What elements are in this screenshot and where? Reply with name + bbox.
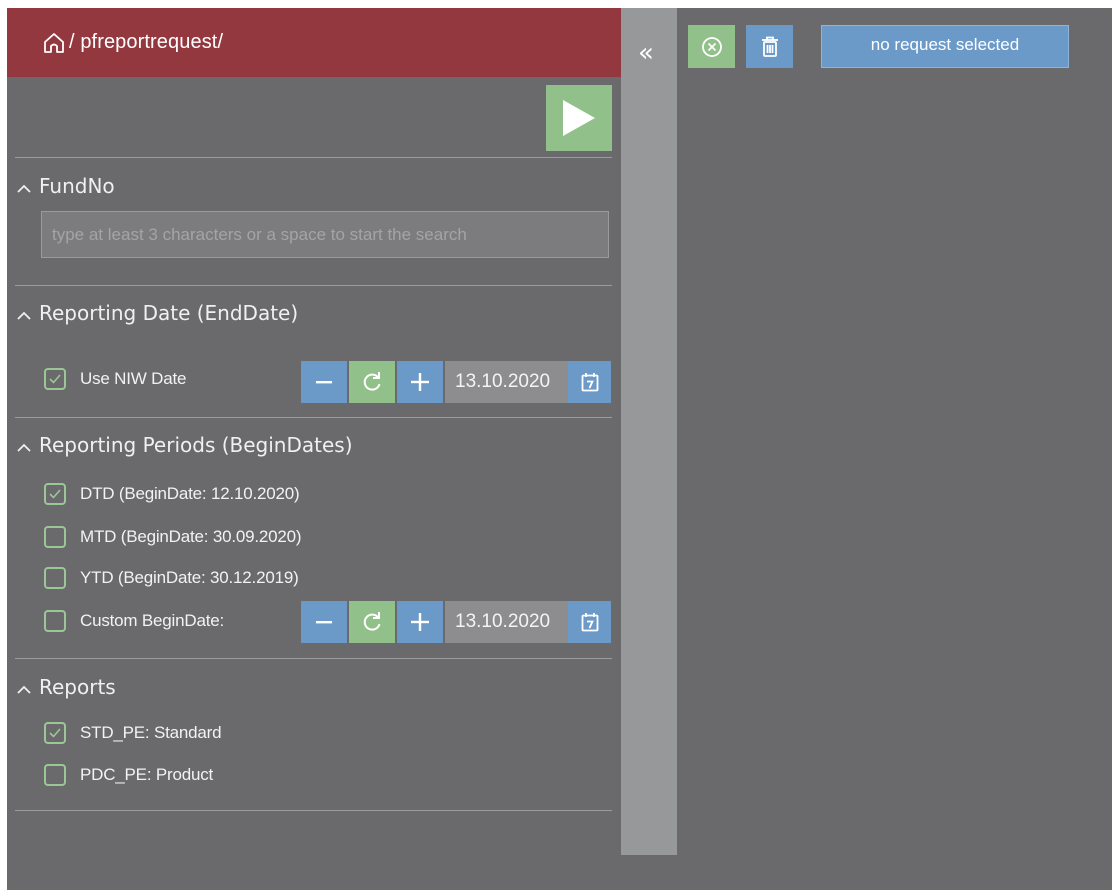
divider <box>15 157 612 158</box>
divider <box>15 810 612 811</box>
chevron-up-icon <box>17 443 31 452</box>
checkbox[interactable] <box>44 483 66 505</box>
period-checkbox-custom[interactable]: Custom BeginDate: <box>44 609 224 633</box>
checkbox[interactable] <box>44 526 66 548</box>
circle-x-icon <box>701 36 722 57</box>
app-window: / pfreportrequest/ FundNo Reporting Date… <box>7 8 1112 890</box>
checkbox-label: PDC_PE: Product <box>80 765 214 784</box>
custom-begin-date-input[interactable]: 13.10.2020 <box>445 601 568 643</box>
chevron-up-icon <box>17 311 31 320</box>
section-title: Reports <box>39 675 116 699</box>
request-status-button[interactable]: no request selected <box>821 25 1069 68</box>
run-button[interactable] <box>546 85 612 151</box>
home-icon[interactable] <box>42 31 66 55</box>
divider <box>15 285 612 286</box>
report-checkbox-std-pe[interactable]: STD_PE: Standard <box>44 721 222 745</box>
delete-request-button[interactable] <box>746 25 793 68</box>
plus-icon <box>411 613 429 631</box>
fundno-search-input[interactable] <box>41 211 609 258</box>
collapse-panel-button[interactable]: « <box>621 8 677 855</box>
checkbox[interactable] <box>44 567 66 589</box>
reset-date-button[interactable] <box>349 601 395 643</box>
custom-begin-date-picker: 13.10.2020 <box>301 601 612 643</box>
period-checkbox-dtd[interactable]: DTD (BeginDate: 12.10.2020) <box>44 482 300 506</box>
section-header-fundno[interactable]: FundNo <box>17 174 115 198</box>
section-header-reports[interactable]: Reports <box>17 675 116 699</box>
calendar-icon <box>581 373 598 392</box>
divider <box>15 658 612 659</box>
calendar-icon <box>581 613 598 632</box>
use-nav-date-checkbox[interactable]: Use NIW Date <box>44 367 186 391</box>
period-checkbox-mtd[interactable]: MTD (BeginDate: 30.09.2020) <box>44 525 302 549</box>
refresh-icon <box>363 372 381 391</box>
checkbox-label: YTD (BeginDate: 30.12.2019) <box>80 568 299 587</box>
reset-date-button[interactable] <box>349 361 395 403</box>
calendar-button[interactable] <box>568 601 611 643</box>
refresh-icon <box>363 612 381 631</box>
increment-date-button[interactable] <box>397 361 443 403</box>
period-checkbox-ytd[interactable]: YTD (BeginDate: 30.12.2019) <box>44 566 299 590</box>
breadcrumb-path[interactable]: / pfreportrequest/ <box>69 31 223 54</box>
decrement-date-button[interactable] <box>301 601 347 643</box>
checkbox[interactable] <box>44 368 66 390</box>
checkbox-label: Custom BeginDate: <box>80 611 225 630</box>
chevron-up-icon <box>17 184 31 193</box>
minus-icon <box>316 621 332 624</box>
request-panel: / pfreportrequest/ FundNo Reporting Date… <box>7 8 621 890</box>
checkbox[interactable] <box>44 764 66 786</box>
section-header-reporting-periods[interactable]: Reporting Periods (BeginDates) <box>17 433 353 457</box>
section-title: FundNo <box>39 174 115 198</box>
double-chevron-left-icon: « <box>638 38 654 68</box>
breadcrumb: / pfreportrequest/ <box>7 8 621 77</box>
trash-icon <box>761 36 778 57</box>
report-checkbox-pdc-pe[interactable]: PDC_PE: Product <box>44 763 213 787</box>
section-title: Reporting Periods (BeginDates) <box>39 433 353 457</box>
decrement-date-button[interactable] <box>301 361 347 403</box>
divider <box>15 417 612 418</box>
checkbox-label: DTD (BeginDate: 12.10.2020) <box>80 484 300 503</box>
checkbox-label: STD_PE: Standard <box>80 723 222 742</box>
check-icon <box>49 728 61 738</box>
section-title: Reporting Date (EndDate) <box>39 301 299 325</box>
check-icon <box>49 374 61 384</box>
play-icon <box>563 100 595 136</box>
checkbox[interactable] <box>44 722 66 744</box>
checkbox[interactable] <box>44 610 66 632</box>
checkbox-label: Use NIW Date <box>80 369 187 388</box>
end-date-picker: 13.10.2020 <box>301 361 612 403</box>
check-icon <box>49 489 61 499</box>
increment-date-button[interactable] <box>397 601 443 643</box>
cancel-request-button[interactable] <box>688 25 735 68</box>
plus-icon <box>411 373 429 391</box>
calendar-button[interactable] <box>568 361 611 403</box>
chevron-up-icon <box>17 685 31 694</box>
minus-icon <box>316 381 332 384</box>
checkbox-label: MTD (BeginDate: 30.09.2020) <box>80 527 302 546</box>
section-header-reporting-date[interactable]: Reporting Date (EndDate) <box>17 301 298 325</box>
end-date-input[interactable]: 13.10.2020 <box>445 361 568 403</box>
